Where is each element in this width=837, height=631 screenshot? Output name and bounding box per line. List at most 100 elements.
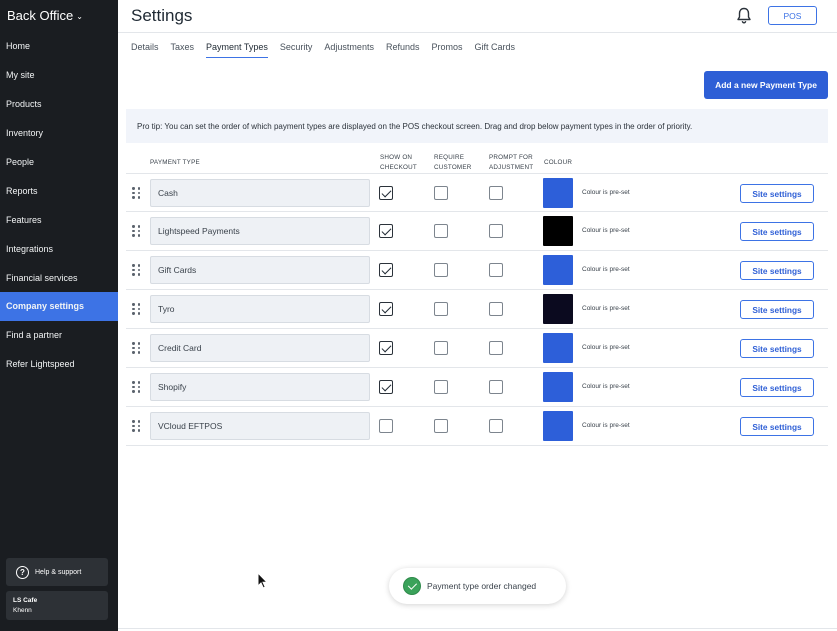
brand-menu[interactable]: Back Office ⌄ — [7, 8, 83, 23]
show-on-checkout-checkbox[interactable] — [379, 341, 393, 355]
require-customer-checkbox[interactable] — [434, 224, 448, 238]
site-settings-button[interactable]: Site settings — [740, 378, 814, 397]
table-row: VCloud EFTPOS Colour is pre-set Site setti… — [126, 407, 828, 446]
colour-swatch — [543, 178, 573, 208]
site-settings-button[interactable]: Site settings — [740, 184, 814, 203]
drag-handle-icon[interactable] — [126, 329, 146, 367]
site-settings-button[interactable]: Site settings — [740, 417, 814, 436]
mouse-cursor-icon — [257, 571, 269, 594]
toast-notification: Payment type order changed — [389, 568, 566, 604]
payment-type-name-field[interactable]: Gift Cards — [150, 256, 370, 284]
header-show-on-checkout-line1: SHOW ON — [380, 154, 413, 161]
sidebar-item-refer-lightspeed[interactable]: Refer Lightspeed — [0, 350, 118, 379]
show-on-checkout-checkbox[interactable] — [379, 186, 393, 200]
show-on-checkout-checkbox[interactable] — [379, 224, 393, 238]
chevron-down-icon: ⌄ — [76, 12, 83, 21]
header-divider — [118, 32, 837, 33]
require-customer-checkbox[interactable] — [434, 341, 448, 355]
sidebar-nav: Home My site Products Inventory People Report… — [0, 32, 118, 379]
table-row: Gift Cards Colour is pre-set Site settings — [126, 251, 828, 290]
show-on-checkout-checkbox[interactable] — [379, 263, 393, 277]
brand-label: Back Office — [7, 8, 74, 23]
payment-type-name-field[interactable]: Cash — [150, 179, 370, 207]
payment-type-name-field[interactable]: VCloud EFTPOS — [150, 412, 370, 440]
drag-handle-icon[interactable] — [126, 251, 146, 289]
sidebar-item-features[interactable]: Features — [0, 205, 118, 234]
drag-handle-icon[interactable] — [126, 174, 146, 212]
colour-swatch — [543, 294, 573, 324]
tab-payment-types[interactable]: Payment Types — [206, 42, 268, 58]
drag-handle-icon[interactable] — [126, 368, 146, 406]
tab-security[interactable]: Security — [280, 42, 313, 58]
header-require-customer-line2: CUSTOMER — [434, 163, 472, 171]
settings-tabs: Details Taxes Payment Types Security Adjustm… — [131, 42, 527, 58]
colour-swatch — [543, 216, 573, 246]
drag-handle-icon[interactable] — [126, 290, 146, 328]
table-row: Credit Card Colour is pre-set Site setting… — [126, 329, 828, 368]
sidebar-item-find-a-partner[interactable]: Find a partner — [0, 321, 118, 350]
payment-type-name-field[interactable]: Lightspeed Payments — [150, 217, 370, 245]
prompt-adjustment-checkbox[interactable] — [489, 224, 503, 238]
prompt-adjustment-checkbox[interactable] — [489, 341, 503, 355]
sidebar-item-my-site[interactable]: My site — [0, 61, 118, 90]
sidebar-item-products[interactable]: Products — [0, 90, 118, 119]
colour-preset-note: Colour is pre-set — [582, 422, 630, 429]
payment-type-name-field[interactable]: Credit Card — [150, 334, 370, 362]
require-customer-checkbox[interactable] — [434, 186, 448, 200]
sidebar-item-inventory[interactable]: Inventory — [0, 119, 118, 148]
header-prompt-adjustment-line1: PROMPT FOR — [489, 154, 533, 161]
colour-preset-note: Colour is pre-set — [582, 383, 630, 390]
pos-button[interactable]: POS — [768, 6, 817, 25]
tab-taxes[interactable]: Taxes — [171, 42, 195, 58]
colour-preset-note: Colour is pre-set — [582, 344, 630, 351]
colour-preset-note: Colour is pre-set — [582, 189, 630, 196]
add-payment-type-button[interactable]: Add a new Payment Type — [704, 71, 828, 99]
payment-types-table: Cash Colour is pre-set Site settings Lights… — [126, 173, 828, 446]
site-settings-button[interactable]: Site settings — [740, 300, 814, 319]
show-on-checkout-checkbox[interactable] — [379, 419, 393, 433]
tab-promos[interactable]: Promos — [431, 42, 462, 58]
sidebar-item-company-settings[interactable]: Company settings — [0, 292, 118, 321]
require-customer-checkbox[interactable] — [434, 302, 448, 316]
colour-preset-note: Colour is pre-set — [582, 266, 630, 273]
drag-handle-icon[interactable] — [126, 407, 146, 445]
tab-adjustments[interactable]: Adjustments — [324, 42, 374, 58]
show-on-checkout-checkbox[interactable] — [379, 302, 393, 316]
colour-swatch — [543, 372, 573, 402]
account-name: LS Cafe — [13, 597, 38, 604]
prompt-adjustment-checkbox[interactable] — [489, 380, 503, 394]
require-customer-checkbox[interactable] — [434, 380, 448, 394]
sidebar: Back Office ⌄ Home My site Products Invento… — [0, 0, 118, 631]
payment-type-name-field[interactable]: Tyro — [150, 295, 370, 323]
require-customer-checkbox[interactable] — [434, 263, 448, 277]
payment-type-name-field[interactable]: Shopify — [150, 373, 370, 401]
sidebar-item-integrations[interactable]: Integrations — [0, 234, 118, 263]
account-switcher[interactable]: LS Cafe Khenn — [6, 591, 108, 620]
table-row: Shopify Colour is pre-set Site settings — [126, 368, 828, 407]
bell-icon[interactable] — [736, 7, 752, 29]
sidebar-item-home[interactable]: Home — [0, 32, 118, 61]
sidebar-item-financial-services[interactable]: Financial services — [0, 263, 118, 292]
tab-details[interactable]: Details — [131, 42, 159, 58]
prompt-adjustment-checkbox[interactable] — [489, 186, 503, 200]
toast-message: Payment type order changed — [427, 581, 537, 591]
check-circle-icon — [403, 577, 421, 595]
prompt-adjustment-checkbox[interactable] — [489, 302, 503, 316]
sidebar-item-reports[interactable]: Reports — [0, 176, 118, 205]
colour-swatch — [543, 411, 573, 441]
help-support-button[interactable]: ? Help & support — [6, 558, 108, 586]
prompt-adjustment-checkbox[interactable] — [489, 263, 503, 277]
drag-handle-icon[interactable] — [126, 212, 146, 250]
tab-gift-cards[interactable]: Gift Cards — [475, 42, 516, 58]
require-customer-checkbox[interactable] — [434, 419, 448, 433]
site-settings-button[interactable]: Site settings — [740, 339, 814, 358]
show-on-checkout-checkbox[interactable] — [379, 380, 393, 394]
tab-refunds[interactable]: Refunds — [386, 42, 420, 58]
header-payment-type: PAYMENT TYPE — [150, 159, 200, 166]
account-user: Khenn — [13, 606, 32, 614]
table-row: Cash Colour is pre-set Site settings — [126, 173, 828, 212]
site-settings-button[interactable]: Site settings — [740, 222, 814, 241]
sidebar-item-people[interactable]: People — [0, 148, 118, 177]
site-settings-button[interactable]: Site settings — [740, 261, 814, 280]
prompt-adjustment-checkbox[interactable] — [489, 419, 503, 433]
